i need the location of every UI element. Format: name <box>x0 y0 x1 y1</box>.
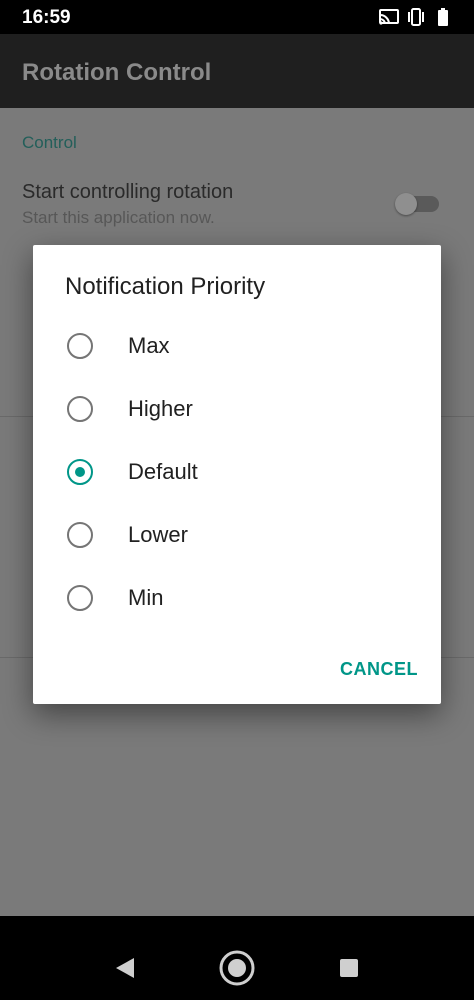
start-rotation-title[interactable]: Start controlling rotation <box>22 181 233 204</box>
battery-icon <box>438 8 448 26</box>
back-icon[interactable] <box>114 956 136 980</box>
option-label: Higher <box>128 396 193 421</box>
radio-selected-dot <box>75 467 85 477</box>
radio-button-lower[interactable] <box>67 522 93 548</box>
option-label: Min <box>128 585 164 610</box>
navigation-bar <box>0 916 474 1000</box>
option-lower[interactable]: Lower <box>33 505 441 568</box>
radio-button-max[interactable] <box>67 333 93 359</box>
status-time: 16:59 <box>22 7 71 28</box>
cancel-button[interactable]: CANCEL <box>340 659 418 680</box>
option-max[interactable]: Max <box>33 316 441 379</box>
switch-thumb <box>395 193 417 215</box>
radio-button-min[interactable] <box>67 585 93 611</box>
option-min[interactable]: Min <box>33 568 441 631</box>
category-control: Control <box>22 133 77 152</box>
home-icon[interactable] <box>217 948 257 988</box>
dialog-title: Notification Priority <box>65 273 266 300</box>
radio-button-higher[interactable] <box>67 396 93 422</box>
option-label: Max <box>128 333 170 358</box>
status-bar: 16:59 <box>0 0 474 34</box>
start-rotation-summary: Start this application now. <box>22 208 215 227</box>
option-label: Lower <box>128 522 188 547</box>
vibrate-icon <box>408 8 424 26</box>
radio-button-default[interactable] <box>67 459 93 485</box>
option-label: Default <box>128 459 198 484</box>
option-default[interactable]: Default <box>33 442 441 505</box>
app-title: Rotation Control <box>22 59 212 86</box>
cast-icon <box>379 9 399 25</box>
option-higher[interactable]: Higher <box>33 379 441 442</box>
recents-icon[interactable] <box>339 958 359 978</box>
notification-priority-dialog: Notification Priority Max Higher Default… <box>33 245 441 704</box>
